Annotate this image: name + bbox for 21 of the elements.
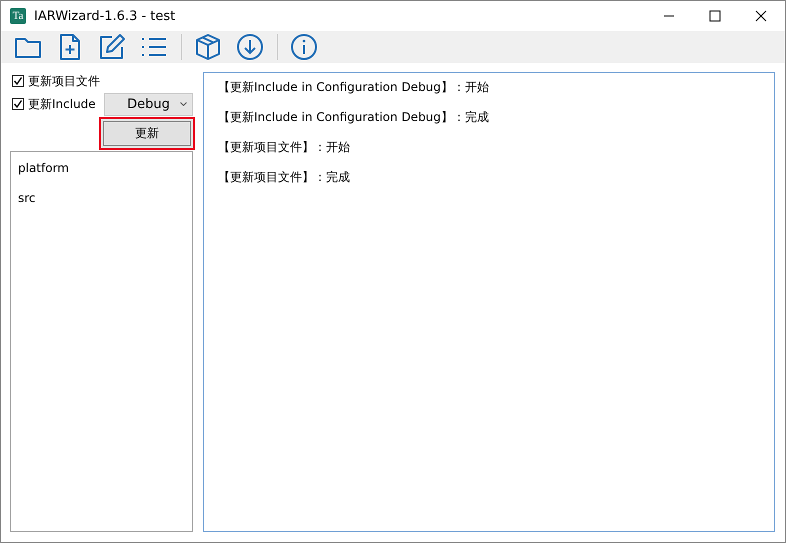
checkbox-label: 更新项目文件	[28, 72, 100, 90]
download-icon[interactable]	[236, 33, 264, 61]
log-line: 【更新项目文件】：开始	[218, 139, 351, 156]
maximize-icon[interactable]	[709, 10, 721, 22]
folder-item[interactable]: platform	[18, 156, 185, 186]
log-line: 【更新项目文件】：完成	[218, 169, 351, 186]
close-icon[interactable]	[755, 10, 767, 22]
checkbox[interactable]	[12, 98, 24, 110]
box-icon[interactable]	[194, 33, 222, 61]
checkbox-label: 更新Include	[28, 96, 96, 112]
app-icon: Ta	[10, 8, 26, 24]
folder-item[interactable]: src	[18, 186, 185, 216]
info-icon[interactable]	[290, 33, 318, 61]
log-line: 【更新Include in Configuration Debug】：开始	[218, 79, 490, 96]
checkbox[interactable]	[12, 75, 24, 87]
log-line: 【更新Include in Configuration Debug】：完成	[218, 109, 490, 126]
edit-icon[interactable]	[98, 33, 126, 61]
window-title: IARWizard-1.6.3 - test	[34, 8, 176, 24]
update-button[interactable]: 更新	[101, 119, 193, 148]
caret-icon	[180, 102, 187, 106]
config-dropdown[interactable]: Debug	[104, 92, 193, 116]
